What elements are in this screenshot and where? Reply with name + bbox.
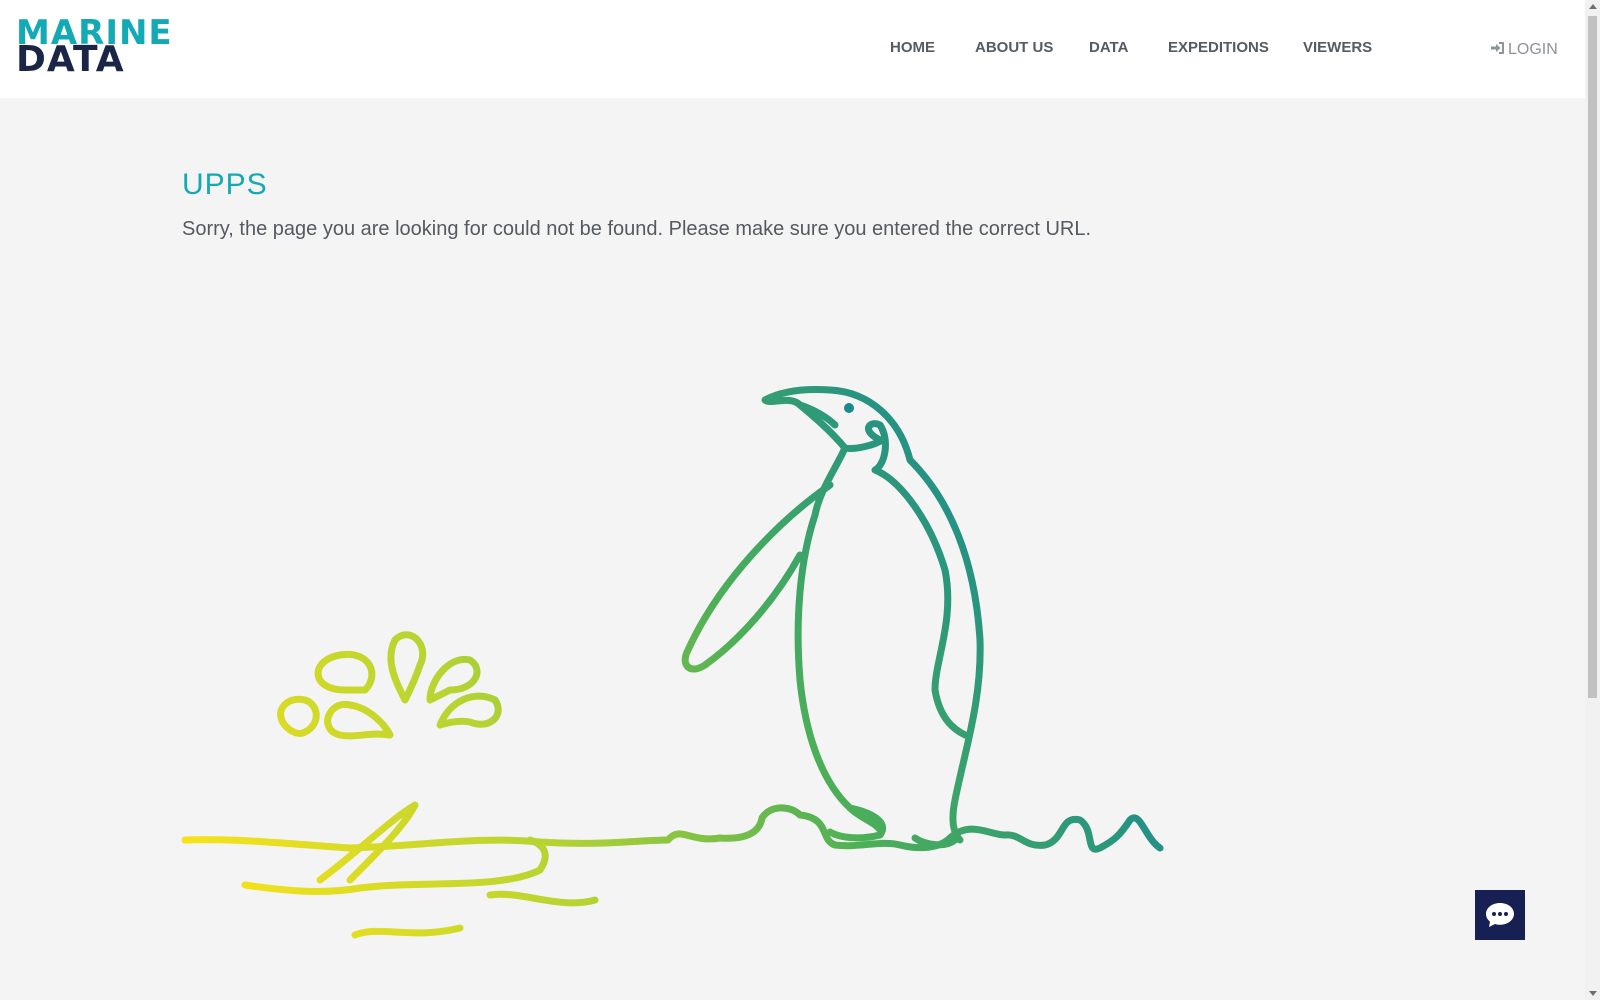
scroll-up-arrow[interactable] — [1589, 4, 1597, 9]
main-nav: HOME ABOUT US DATA EXPEDITIONS VIEWERS — [0, 39, 1585, 63]
nav-home[interactable]: HOME — [890, 39, 935, 56]
nav-data[interactable]: DATA — [1089, 39, 1128, 56]
nav-about-us[interactable]: ABOUT US — [975, 39, 1053, 56]
site-header: MARINE DATA HOME ABOUT US DATA EXPEDITIO… — [0, 0, 1585, 98]
login-label: LOGIN — [1508, 41, 1558, 58]
penguin-icon — [181, 386, 1164, 939]
nav-viewers[interactable]: VIEWERS — [1303, 39, 1372, 56]
scrollbar-thumb[interactable] — [1588, 16, 1597, 698]
page-title: UPPS — [182, 168, 268, 201]
page-scrollbar[interactable] — [1585, 0, 1600, 1000]
scroll-down-arrow[interactable] — [1589, 991, 1597, 996]
nav-expeditions[interactable]: EXPEDITIONS — [1168, 39, 1269, 56]
chat-bubble-icon — [1486, 903, 1514, 927]
not-found-message: Sorry, the page you are looking for coul… — [182, 218, 1092, 240]
chat-button[interactable] — [1475, 890, 1525, 940]
sign-in-icon — [1490, 40, 1506, 56]
login-link[interactable]: LOGIN — [1490, 40, 1558, 59]
